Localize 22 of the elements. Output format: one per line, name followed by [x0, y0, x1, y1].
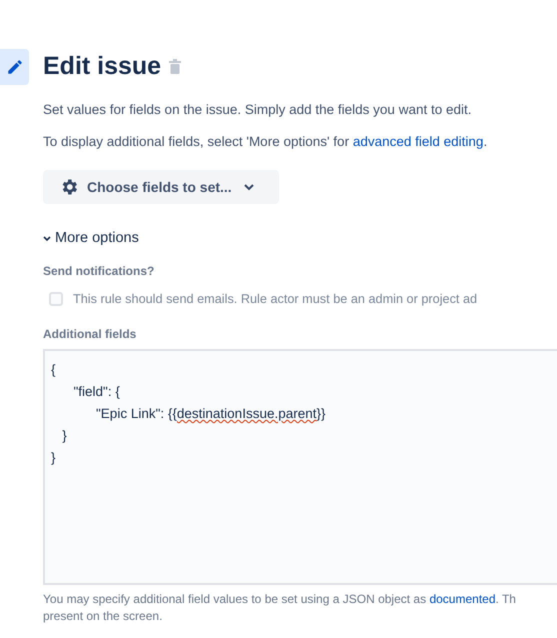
code-line: {: [51, 360, 56, 379]
json-editor[interactable]: { "field": { "Epic Link": {{destinationIssue.parent}} } }: [43, 348, 557, 585]
advanced-editing-link[interactable]: advanced field editing: [352, 134, 484, 149]
documented-link[interactable]: documented: [429, 592, 496, 606]
code-line: "Epic Link": {{destinationIssue.parent}}: [95, 404, 326, 423]
code-line: }: [51, 448, 56, 467]
checkbox-label: This rule should send emails. Rule actor must be an admin or project ad: [73, 290, 478, 308]
more-options-toggle[interactable]: More options: [43, 228, 139, 250]
checkbox[interactable]: [49, 292, 63, 306]
code-line: }: [61, 426, 67, 445]
page-title: Edit issue: [43, 51, 162, 82]
trash-icon[interactable]: [169, 59, 182, 74]
code-line: "field": {: [72, 382, 120, 401]
pencil-icon: [0, 48, 29, 85]
hint-text: To display additional fields, select 'More options' for advanced field editing.: [43, 132, 488, 151]
notifications-label: Send notifications?: [43, 262, 156, 280]
chevron-down-icon: [244, 184, 254, 190]
choose-fields-button[interactable]: Choose fields to set...: [43, 170, 279, 204]
additional-fields-label: Additional fields: [43, 326, 138, 343]
chevron-icon: [43, 236, 51, 242]
description-text: Set values for fields on the issue. Simply add the fields you want to edit.: [43, 100, 472, 119]
help-text: You may specify additional field values to be set using a JSON object as documented. Th present on the screen.: [43, 590, 517, 625]
